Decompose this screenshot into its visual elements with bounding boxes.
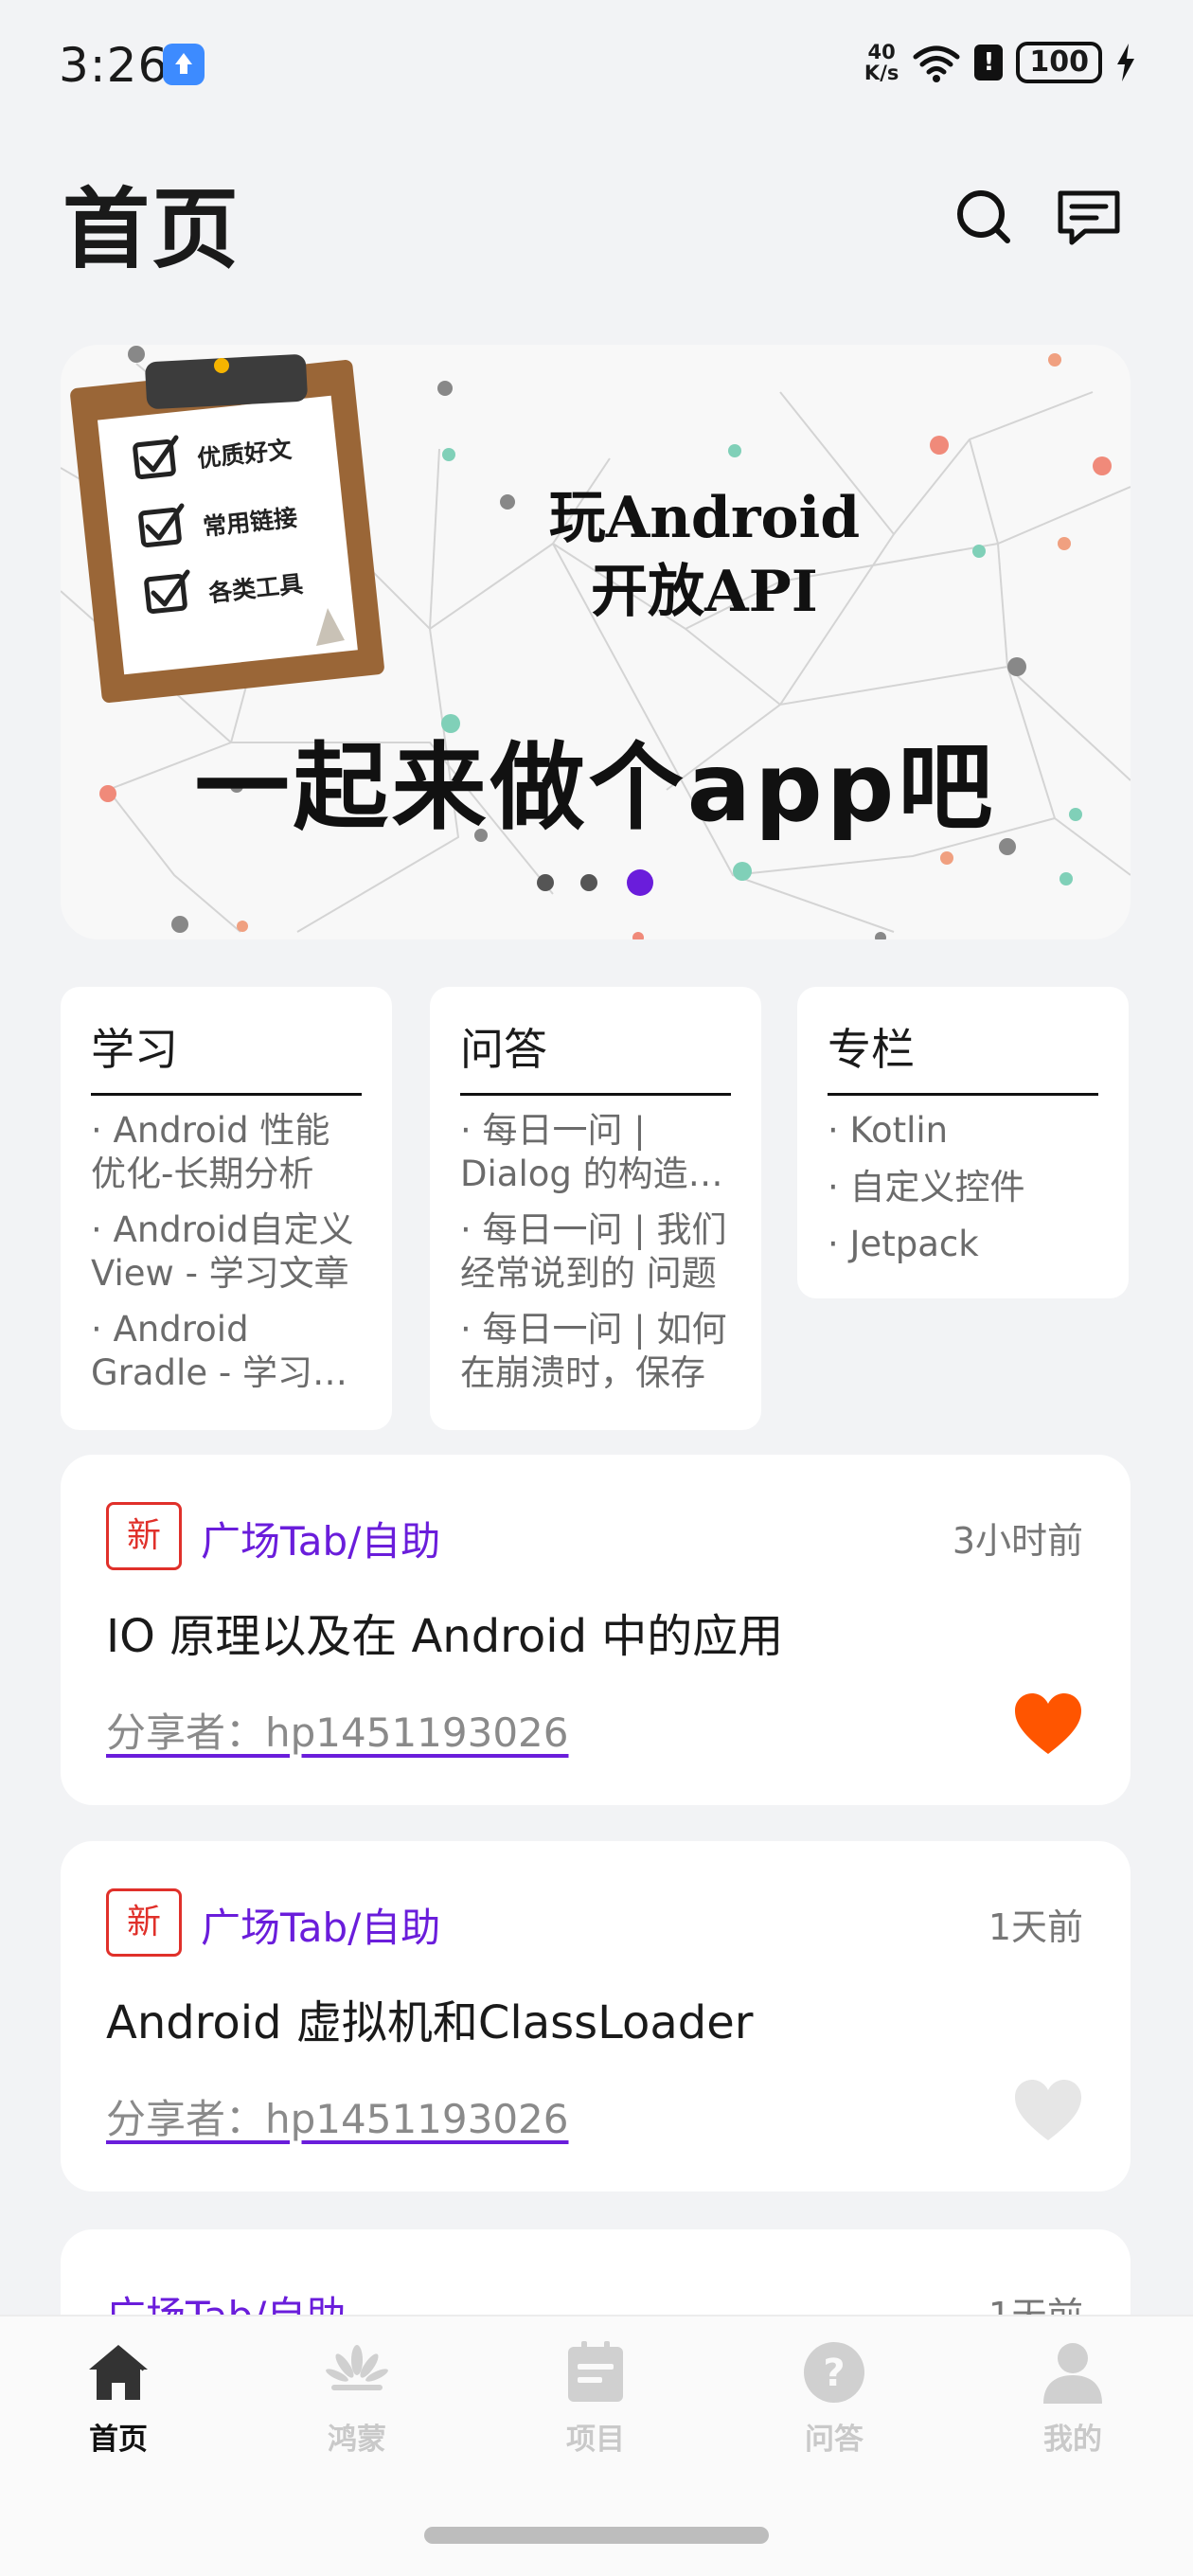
category-card-qa[interactable]: 问答 · 每日一问 | Dialog 的构造方法 · 每日一问 | 我们经常说到… [430, 987, 761, 1430]
category-item[interactable]: · Android Gradle - 学习文章 [91, 1308, 362, 1395]
tab-label: 首页 [89, 2423, 148, 2457]
project-icon [568, 2341, 623, 2402]
tab-label: 项目 [566, 2423, 625, 2457]
home-screen: 3:26 40 K/s ! 100 首页 优质好文 常用链接 各类工具 玩And… [0, 0, 1193, 2576]
category-item[interactable]: · 每日一问 | 如何在崩溃时，保存 [460, 1308, 731, 1395]
article-title[interactable]: Android 虚拟机和ClassLoader [106, 1985, 754, 2051]
category-item[interactable]: · 每日一问 | 我们经常说到的 问题 [460, 1208, 731, 1296]
question-icon: ? [804, 2342, 864, 2403]
category-item[interactable]: · 自定义控件 [828, 1166, 1098, 1209]
banner-carousel[interactable]: 优质好文 常用链接 各类工具 玩Android 开放API 一起来做个app吧 [61, 345, 1131, 939]
message-icon[interactable] [1051, 180, 1127, 256]
category-title: 学习 [91, 1015, 362, 1096]
category-item[interactable]: · Jetpack [828, 1223, 1098, 1266]
new-badge: 新 [106, 1888, 182, 1957]
tab-question[interactable]: ? 问答 [758, 2339, 910, 2458]
article-chapter-link[interactable]: 广场Tab/自助 [201, 1896, 440, 1954]
banner-slogan: 一起来做个app吧 [194, 732, 997, 843]
carousel-dot-1[interactable] [537, 874, 554, 891]
alert-icon: ! [974, 45, 1004, 80]
status-bar: 3:26 40 K/s ! 100 [0, 0, 1193, 133]
battery-indicator: 100 [1016, 42, 1102, 83]
article-title[interactable]: IO 原理以及在 Android 中的应用 [106, 1599, 783, 1665]
tab-home[interactable]: 首页 [43, 2339, 194, 2458]
category-item[interactable]: · Android自定义View - 学习文章 [91, 1208, 362, 1296]
status-time: 3:26 [59, 38, 169, 93]
article-time: 3小时前 [952, 1520, 1083, 1562]
article-author-link[interactable]: 分享者：hp1451193026 [106, 1701, 569, 1759]
network-pattern [61, 346, 1131, 939]
tab-label: 问答 [805, 2423, 864, 2457]
network-speed: 40 K/s [864, 41, 899, 84]
charging-icon [1117, 44, 1134, 81]
category-item[interactable]: · 每日一问 | Dialog 的构造方法 [460, 1109, 731, 1196]
category-item[interactable]: · Android 性能优化-长期分析 [91, 1109, 362, 1196]
tab-label: 我的 [1043, 2423, 1102, 2457]
banner-title: 玩Android 开放API [548, 485, 861, 625]
svg-text:?: ? [823, 2352, 845, 2395]
tab-profile[interactable]: 我的 [997, 2339, 1148, 2458]
search-icon[interactable] [947, 180, 1023, 256]
carousel-dot-2[interactable] [580, 874, 597, 891]
category-title: 问答 [460, 1015, 731, 1096]
new-badge: 新 [106, 1502, 182, 1570]
upload-app-icon [163, 44, 205, 85]
profile-icon [1043, 2343, 1102, 2404]
tab-project[interactable]: 项目 [520, 2339, 671, 2458]
home-indicator[interactable] [424, 2527, 769, 2544]
article-author-link[interactable]: 分享者：hp1451193026 [106, 2087, 569, 2145]
tab-label: 鸿蒙 [328, 2423, 386, 2457]
heart-outline-icon[interactable] [1013, 2078, 1083, 2144]
tab-harmony[interactable]: 鸿蒙 [281, 2339, 433, 2458]
wifi-icon [913, 45, 960, 82]
harmony-icon [326, 2345, 388, 2390]
page-title: 首页 [62, 179, 241, 280]
status-icons: 40 K/s ! 100 [864, 42, 1136, 83]
article-card[interactable]: 新 广场Tab/自助 3小时前 IO 原理以及在 Android 中的应用 分享… [61, 1455, 1131, 1805]
article-card[interactable]: 新 广场Tab/自助 1天前 Android 虚拟机和ClassLoader 分… [61, 1841, 1131, 2191]
carousel-dot-3[interactable] [627, 869, 653, 896]
home-icon [89, 2345, 148, 2400]
article-chapter-link[interactable]: 广场Tab/自助 [201, 1510, 440, 1567]
article-time: 1天前 [988, 1906, 1083, 1948]
category-title: 专栏 [828, 1015, 1098, 1096]
category-item[interactable]: · Kotlin [828, 1109, 1098, 1153]
category-card-columns[interactable]: 专栏 · Kotlin · 自定义控件 · Jetpack [797, 987, 1129, 1298]
heart-filled-icon[interactable] [1013, 1691, 1083, 1758]
category-card-learning[interactable]: 学习 · Android 性能优化-长期分析 · Android自定义View … [61, 987, 392, 1430]
